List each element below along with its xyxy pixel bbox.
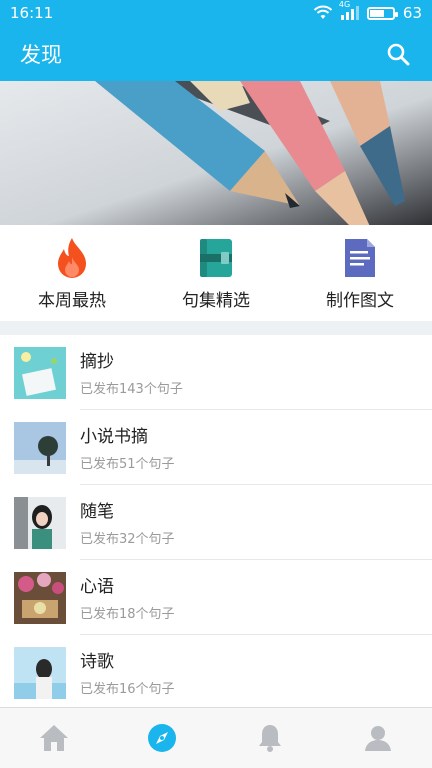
app-bar: 发现 — [0, 26, 432, 81]
tab-discover[interactable] — [108, 708, 216, 768]
document-icon — [340, 236, 380, 280]
wifi-icon — [313, 5, 333, 19]
list-item-subtitle: 已发布16个句子 — [80, 682, 175, 697]
bell-icon — [259, 725, 281, 752]
list-item[interactable]: 小说书摘 已发布51个句子 — [0, 410, 432, 485]
user-icon — [365, 726, 391, 751]
battery-icon — [366, 6, 398, 20]
signal-icon: 4G — [339, 0, 359, 20]
quick-action-weekly-hot[interactable]: 本周最热 — [0, 225, 144, 321]
list-item[interactable]: 心语 已发布18个句子 — [0, 560, 432, 635]
home-icon — [40, 725, 68, 751]
status-icons: 4G 63 — [313, 0, 422, 22]
list-item-subtitle: 已发布143个句子 — [80, 382, 183, 397]
quick-action-label: 本周最热 — [38, 290, 106, 311]
status-bar: 16:11 4G 63 — [0, 0, 432, 26]
list-item-title: 小说书摘 — [80, 427, 148, 447]
category-list: 摘抄 已发布143个句子 小说书摘 已发布51个句子 随笔 已发布32个句子 心… — [0, 335, 432, 707]
page-title: 发现 — [20, 42, 62, 67]
thumbnail-image — [14, 646, 66, 699]
quick-actions: 本周最热 句集精选 制作图文 — [0, 225, 432, 321]
quick-action-create-post[interactable]: 制作图文 — [288, 225, 432, 321]
list-item-title: 诗歌 — [80, 652, 114, 672]
quick-action-label: 制作图文 — [326, 290, 394, 311]
pencils-illustration — [0, 81, 432, 225]
thumbnail-image — [14, 346, 66, 399]
thumbnail-image — [14, 496, 66, 549]
battery-level: 63 — [402, 4, 422, 22]
list-item-subtitle: 已发布18个句子 — [80, 607, 175, 622]
status-time: 16:11 — [10, 4, 54, 22]
quick-action-label: 句集精选 — [182, 290, 250, 311]
tab-profile[interactable] — [324, 708, 432, 768]
list-item-title: 心语 — [80, 577, 114, 597]
list-item-title: 摘抄 — [80, 352, 114, 372]
bottom-tab-bar — [0, 707, 432, 768]
section-divider — [0, 321, 432, 335]
compass-icon — [148, 724, 176, 752]
search-button[interactable] — [384, 40, 412, 68]
list-item[interactable]: 诗歌 已发布16个句子 — [0, 635, 432, 707]
tab-home[interactable] — [0, 708, 108, 768]
book-icon — [196, 236, 236, 280]
thumbnail-image — [14, 421, 66, 474]
list-item-subtitle: 已发布32个句子 — [80, 532, 175, 547]
tab-notifications[interactable] — [216, 708, 324, 768]
network-type: 4G — [338, 0, 351, 9]
quick-action-collections[interactable]: 句集精选 — [144, 225, 288, 321]
banner-image[interactable] — [0, 81, 432, 225]
flame-icon — [52, 236, 92, 280]
list-item[interactable]: 摘抄 已发布143个句子 — [0, 335, 432, 410]
thumbnail-image — [14, 571, 66, 624]
list-item[interactable]: 随笔 已发布32个句子 — [0, 485, 432, 560]
search-icon — [387, 43, 410, 65]
list-item-subtitle: 已发布51个句子 — [80, 457, 175, 472]
list-item-title: 随笔 — [80, 502, 114, 522]
